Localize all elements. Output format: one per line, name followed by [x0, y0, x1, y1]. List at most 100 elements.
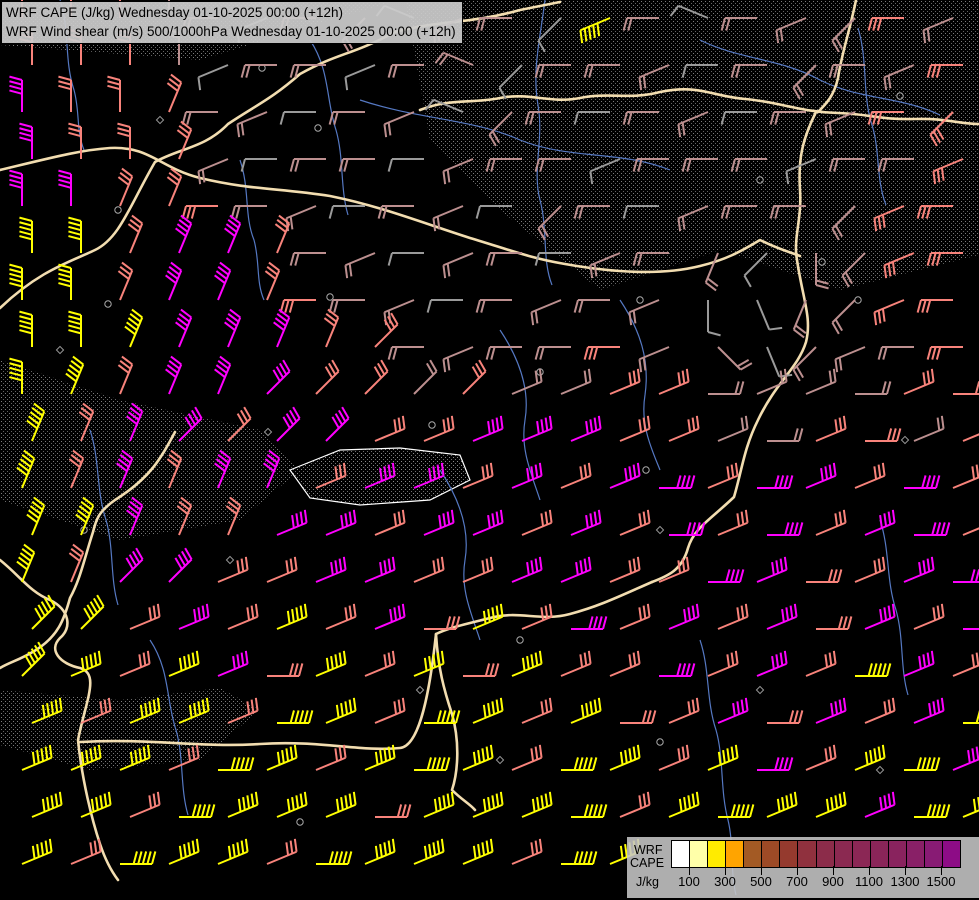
- city-marker: [326, 293, 334, 301]
- barb-full-tick: [325, 657, 330, 671]
- barb-full-tick: [432, 654, 437, 668]
- wind-barb: [315, 744, 347, 771]
- wind-barb: [119, 547, 144, 583]
- wind-barb: [511, 838, 543, 865]
- barb-full-tick: [783, 556, 788, 570]
- barb-full-tick: [19, 216, 33, 222]
- barb-full-tick: [19, 235, 33, 241]
- barb-full-tick: [401, 509, 406, 523]
- barb-staff: [276, 615, 307, 630]
- barb-full-tick: [68, 131, 82, 138]
- barb-staff: [325, 521, 356, 536]
- barb-full-tick: [58, 169, 72, 175]
- barb-full-tick: [392, 64, 398, 78]
- barb-full-tick: [482, 704, 487, 718]
- barb-full-tick: [9, 174, 23, 180]
- barb-staff: [521, 709, 552, 724]
- wind-barb: [718, 804, 755, 818]
- barb-full-tick: [832, 744, 837, 758]
- barb-staff: [717, 346, 742, 371]
- barb-full-tick: [183, 844, 187, 858]
- barb-full-tick: [680, 475, 687, 489]
- barb-full-tick: [58, 80, 72, 86]
- barb-full-tick: [197, 77, 202, 91]
- village-marker: [655, 525, 665, 535]
- barb-staff: [70, 850, 101, 865]
- barb-full-tick: [602, 804, 608, 818]
- barb-full-tick: [583, 804, 589, 818]
- barb-staff: [668, 615, 699, 630]
- title-cape-line: WRF CAPE (J/kg) Wednesday 01-10-2025 00:…: [6, 5, 344, 20]
- barb-full-tick: [589, 701, 594, 715]
- barb-full-tick: [338, 558, 343, 572]
- wind-barb: [413, 556, 445, 583]
- barb-full-tick: [842, 791, 847, 805]
- barb-full-tick: [734, 650, 739, 664]
- wind-barb: [328, 111, 365, 125]
- barb-full-tick: [685, 744, 690, 758]
- barb-full-tick: [499, 509, 504, 523]
- barb-full-tick: [881, 308, 886, 322]
- barb-full-tick: [736, 701, 741, 715]
- barb-full-tick: [435, 757, 442, 771]
- barb-full-tick: [146, 851, 152, 865]
- barb-full-tick: [793, 710, 799, 724]
- barb-staff: [423, 427, 454, 442]
- barb-full-tick: [156, 603, 161, 617]
- barb-full-tick: [744, 804, 750, 818]
- barb-full-tick: [530, 654, 535, 668]
- barb-full-tick: [879, 515, 883, 529]
- barb-full-tick: [19, 225, 33, 232]
- barb-full-tick: [288, 663, 295, 677]
- wind-barb: [266, 359, 291, 395]
- barb-staff: [619, 803, 650, 818]
- city-marker: [314, 124, 322, 132]
- barb-full-tick: [293, 556, 298, 570]
- barb-full-tick: [138, 654, 143, 668]
- barb-full-tick: [887, 793, 892, 807]
- barb-full-tick: [197, 607, 202, 621]
- wind-barb: [414, 757, 451, 771]
- barb-full-tick: [235, 205, 241, 219]
- barb-full-tick: [677, 748, 682, 762]
- city-marker: [296, 818, 304, 826]
- barb-staff: [266, 370, 291, 395]
- barb-full-tick: [538, 556, 543, 570]
- barb-full-tick: [771, 656, 775, 670]
- barb-full-tick: [883, 701, 888, 715]
- wind-barb: [805, 368, 837, 395]
- barb-full-tick: [526, 562, 530, 576]
- barb-full-tick: [624, 468, 628, 482]
- legend-color-cell: [690, 841, 709, 867]
- barb-full-tick: [348, 511, 353, 525]
- barb-staff: [384, 299, 415, 314]
- barb-full-tick: [837, 569, 843, 583]
- barb-full-tick: [548, 697, 553, 711]
- barb-full-tick: [481, 842, 486, 856]
- barb-staff: [864, 521, 895, 536]
- barb-full-tick: [495, 699, 500, 713]
- barb-full-tick: [628, 560, 633, 574]
- barb-full-tick: [530, 748, 535, 762]
- barb-full-tick: [534, 310, 539, 324]
- wind-barb: [560, 556, 592, 583]
- barb-full-tick: [445, 710, 452, 724]
- barb-staff: [717, 709, 748, 724]
- legend-unit-label: J/kg: [636, 875, 659, 889]
- barb-full-tick: [335, 798, 340, 812]
- barb-full-tick: [632, 746, 637, 760]
- wind-barb: [462, 556, 494, 583]
- barb-staff: [815, 709, 846, 724]
- barb-staff: [560, 380, 591, 395]
- barb-full-tick: [592, 804, 599, 818]
- barb-full-tick: [729, 569, 736, 583]
- barb-full-tick: [491, 419, 496, 433]
- barb-full-tick: [834, 513, 839, 527]
- barb-staff: [609, 756, 640, 771]
- wind-barb: [962, 797, 979, 818]
- barb-full-tick: [548, 509, 553, 523]
- barb-full-tick: [781, 797, 785, 811]
- barb-staff: [472, 803, 503, 818]
- barb-full-tick: [491, 795, 496, 809]
- wind-barb: [276, 406, 301, 442]
